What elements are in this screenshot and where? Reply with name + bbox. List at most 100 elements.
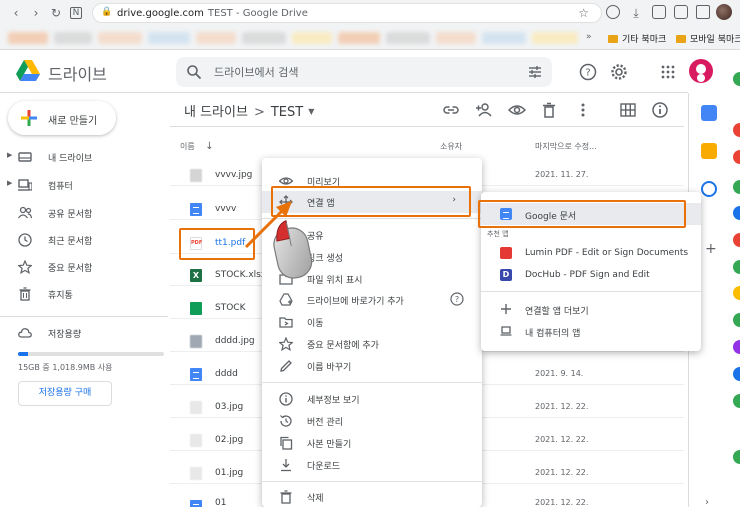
- chevron-right-icon[interactable]: ›: [705, 497, 709, 507]
- puzzle-icon[interactable]: [696, 5, 710, 19]
- more-vert-icon[interactable]: [574, 101, 592, 119]
- forward-icon[interactable]: ›: [28, 5, 44, 21]
- blurred-bookmark[interactable]: [196, 32, 236, 44]
- help-icon[interactable]: ?: [579, 63, 597, 81]
- side-app-icon[interactable]: [733, 150, 740, 164]
- side-app-icon[interactable]: [733, 286, 740, 300]
- side-app-icon[interactable]: [733, 260, 740, 274]
- folder-icon: [676, 35, 686, 43]
- doc-file-icon: [190, 203, 202, 216]
- blurred-bookmark[interactable]: [8, 32, 48, 44]
- column-header-name[interactable]: 이름 ↓: [180, 141, 214, 152]
- search-box[interactable]: [176, 57, 552, 87]
- blurred-bookmark[interactable]: [148, 32, 190, 44]
- link-icon[interactable]: [442, 101, 460, 119]
- add-addon-icon[interactable]: +: [705, 241, 717, 257]
- sidebar-item-recent[interactable]: 최근 문서함: [0, 230, 170, 250]
- bookmarks-more-button[interactable]: »: [586, 32, 592, 42]
- keep-icon[interactable]: [701, 143, 717, 159]
- blurred-bookmark[interactable]: [386, 32, 430, 44]
- trash-icon[interactable]: [540, 101, 558, 119]
- sidebar-item-label: 컴퓨터: [48, 182, 73, 192]
- menu-item-add-starred[interactable]: 중요 문서함에 추가: [262, 333, 482, 354]
- blurred-bookmark[interactable]: [242, 32, 286, 44]
- side-app-icon[interactable]: [733, 450, 740, 464]
- submenu-item-more-apps[interactable]: 연결할 앱 더보기: [481, 298, 701, 320]
- search-options-icon[interactable]: [528, 65, 542, 79]
- app-name[interactable]: 드라이브: [48, 61, 107, 85]
- menu-item-make-copy[interactable]: 사본 만들기: [262, 432, 482, 453]
- drive-logo-icon[interactable]: [16, 60, 40, 82]
- column-header-modified[interactable]: 마지막으로 수정...: [535, 141, 597, 152]
- expand-arrow-icon[interactable]: ▶: [7, 151, 12, 159]
- search-icon[interactable]: [186, 64, 202, 80]
- blurred-bookmark[interactable]: [532, 32, 578, 44]
- side-app-icon[interactable]: [733, 123, 740, 137]
- blurred-bookmark[interactable]: [338, 32, 380, 44]
- side-app-icon[interactable]: [733, 72, 740, 86]
- side-app-icon[interactable]: [733, 394, 740, 408]
- menu-item-move[interactable]: 이동: [262, 311, 482, 332]
- blurred-bookmark[interactable]: [292, 32, 332, 44]
- camera-icon[interactable]: [652, 5, 666, 19]
- bookmark-folder-other[interactable]: 기타 북마크: [608, 32, 666, 45]
- breadcrumb-current[interactable]: TEST: [271, 105, 303, 120]
- grid-view-icon[interactable]: [619, 101, 637, 119]
- account-avatar[interactable]: [689, 59, 713, 83]
- back-icon[interactable]: ‹: [8, 5, 24, 21]
- bookmark-star-icon[interactable]: ☆: [578, 6, 589, 20]
- menu-item-delete[interactable]: 삭제: [262, 486, 482, 507]
- sidebar-item-starred[interactable]: 중요 문서함: [0, 257, 170, 277]
- file-date: 2021. 12. 22.: [535, 468, 589, 477]
- info-icon[interactable]: [651, 101, 669, 119]
- caret-down-icon[interactable]: ▼: [308, 107, 314, 116]
- file-name: 01.jpg: [215, 468, 244, 478]
- side-app-icon[interactable]: [733, 206, 740, 220]
- newtab-n-icon[interactable]: N: [70, 7, 82, 19]
- sidebar-item-computer[interactable]: ▶ 컴퓨터: [0, 175, 170, 195]
- extension-icon[interactable]: [606, 5, 620, 19]
- side-app-icon[interactable]: [733, 233, 740, 247]
- sidebar-item-storage[interactable]: 저장용량: [0, 323, 170, 343]
- menu-item-details[interactable]: 세부정보 보기: [262, 388, 482, 409]
- blurred-bookmark[interactable]: [436, 32, 476, 44]
- bookmark-folder-mobile[interactable]: 모바일 북마크: [676, 32, 740, 45]
- search-input[interactable]: [214, 64, 494, 80]
- submenu-item-lumin-pdf[interactable]: Lumin PDF - Edit or Sign Documents: [481, 242, 701, 264]
- help-icon[interactable]: ?: [450, 292, 464, 306]
- sidebar-item-trash[interactable]: 휴지통: [0, 284, 170, 304]
- side-app-icon[interactable]: [733, 180, 740, 194]
- submenu-item-dochub[interactable]: D DocHub - PDF Sign and Edit: [481, 264, 701, 286]
- buy-storage-button[interactable]: 저장용량 구매: [18, 381, 112, 406]
- menu-item-rename[interactable]: 이름 바꾸기: [262, 355, 482, 376]
- side-app-icon[interactable]: [733, 340, 740, 354]
- profile-avatar[interactable]: [716, 4, 732, 20]
- menu-item-add-shortcut[interactable]: 드라이브에 바로가기 추가 ?: [262, 289, 482, 310]
- sort-arrow-icon[interactable]: ↓: [205, 141, 213, 152]
- tasks-icon[interactable]: [701, 181, 717, 197]
- sidebar-item-shared[interactable]: 공유 문서함: [0, 203, 170, 223]
- blurred-bookmark[interactable]: [482, 32, 526, 44]
- side-app-icon[interactable]: [733, 367, 740, 381]
- blurred-bookmark[interactable]: [98, 32, 142, 44]
- side-app-icon[interactable]: [733, 313, 740, 327]
- eye-icon[interactable]: [508, 101, 526, 119]
- new-button[interactable]: 새로 만들기: [8, 101, 116, 135]
- calendar-icon[interactable]: [701, 105, 717, 121]
- reload-icon[interactable]: ↻: [48, 5, 64, 21]
- menu-item-download[interactable]: 다운로드: [262, 454, 482, 475]
- apps-grid-icon[interactable]: [659, 63, 677, 81]
- submenu-item-computer-apps[interactable]: 내 컴퓨터의 앱: [481, 320, 701, 342]
- download-icon[interactable]: ⤓: [628, 5, 644, 21]
- screenshot-icon[interactable]: [674, 5, 688, 19]
- add-person-icon[interactable]: [475, 101, 493, 119]
- blurred-bookmark[interactable]: [54, 32, 92, 44]
- expand-arrow-icon[interactable]: ▶: [7, 179, 12, 187]
- menu-item-label: 중요 문서함에 추가: [307, 341, 379, 351]
- address-bar[interactable]: 🔒 drive.google.com TEST - Google Drive ☆: [92, 3, 602, 23]
- sidebar-item-my-drive[interactable]: ▶ 내 드라이브: [0, 147, 170, 167]
- breadcrumb-root[interactable]: 내 드라이브: [184, 105, 248, 120]
- menu-item-versions[interactable]: 버전 관리: [262, 410, 482, 431]
- gear-icon[interactable]: [610, 63, 628, 81]
- google-docs-highlight: [478, 200, 686, 228]
